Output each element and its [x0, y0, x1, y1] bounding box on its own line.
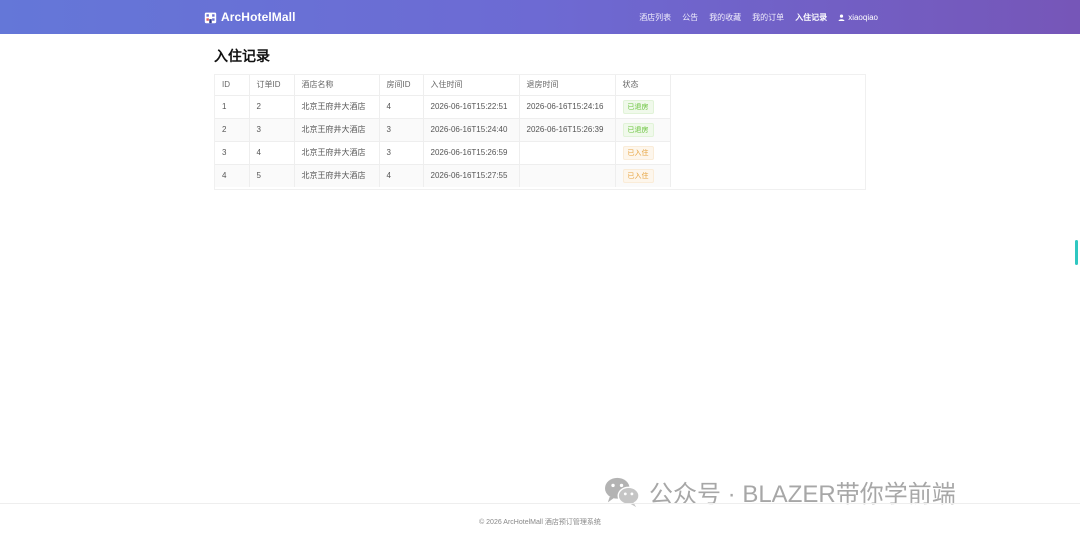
cell-room-id: 4	[379, 163, 424, 187]
cell-order-id: 4	[249, 140, 295, 164]
table-row: 4 5 北京王府井大酒店 4 2026-06-16T15:27:55 已入住	[215, 163, 671, 187]
cell-room-id: 4	[379, 94, 424, 118]
cell-id: 2	[215, 117, 250, 141]
cell-check-in-time: 2026-06-16T15:27:55	[423, 163, 520, 187]
user-icon	[838, 13, 845, 21]
brand-name: ArcHotelMall	[221, 10, 296, 24]
header-check-out-time: 退房时间	[519, 75, 616, 95]
status-badge: 已入住	[622, 168, 654, 183]
table-header-row: ID 订单ID 酒店名称 房间ID 入住时间 退房时间 状态	[215, 75, 671, 95]
username: xiaoqiao	[848, 12, 878, 22]
table-row: 3 4 北京王府井大酒店 3 2026-06-16T15:26:59 已入住	[215, 140, 671, 164]
nav-item-hotel-list[interactable]: 酒店列表	[639, 12, 671, 23]
status-badge: 已退房	[622, 122, 654, 137]
nav-item-announcements[interactable]: 公告	[682, 12, 698, 23]
cell-status: 已入住	[615, 140, 671, 164]
cell-check-out-time: 2026-06-16T15:26:39	[519, 117, 616, 141]
nav-item-my-orders[interactable]: 我的订单	[752, 12, 784, 23]
table-row: 2 3 北京王府井大酒店 3 2026-06-16T15:24:40 2026-…	[215, 117, 671, 141]
cell-order-id: 5	[249, 163, 295, 187]
cell-check-in-time: 2026-06-16T15:24:40	[423, 117, 520, 141]
brand[interactable]: ArcHotelMall	[204, 9, 296, 25]
cell-hotel-name: 北京王府井大酒店	[294, 94, 380, 118]
header-id: ID	[215, 75, 250, 95]
cell-id: 3	[215, 140, 250, 164]
cell-hotel-name: 北京王府井大酒店	[294, 117, 380, 141]
cell-status: 已退房	[615, 94, 671, 118]
header-room-id: 房间ID	[379, 75, 424, 95]
cell-hotel-name: 北京王府井大酒店	[294, 140, 380, 164]
nav-item-favorites[interactable]: 我的收藏	[709, 12, 741, 23]
footer: © 2026 ArcHotelMall 酒店预订管理系统	[0, 503, 1080, 536]
cell-status: 已退房	[615, 117, 671, 141]
hotel-logo-icon	[204, 12, 217, 23]
cell-check-out-time	[519, 140, 616, 164]
user-menu[interactable]: xiaoqiao	[838, 13, 878, 22]
top-navbar: ArcHotelMall 酒店列表 公告 我的收藏 我的订单 入住记录 xiao…	[0, 0, 1080, 34]
cell-room-id: 3	[379, 140, 424, 164]
footer-copyright: © 2026 ArcHotelMall 酒店预订管理系统	[479, 519, 601, 526]
cell-status: 已入住	[615, 163, 671, 187]
header-check-in-time: 入住时间	[423, 75, 520, 95]
cell-id: 1	[215, 94, 250, 118]
nav-item-checkin-records[interactable]: 入住记录	[795, 12, 827, 23]
main-nav: 酒店列表 公告 我的收藏 我的订单 入住记录 xiaoqiao	[639, 0, 878, 34]
cell-order-id: 3	[249, 117, 295, 141]
cell-room-id: 3	[379, 117, 424, 141]
header-status: 状态	[615, 75, 671, 95]
status-badge: 已入住	[622, 145, 654, 160]
scroll-indicator[interactable]	[1075, 240, 1078, 265]
header-hotel-name: 酒店名称	[294, 75, 380, 95]
page-title: 入住记录	[214, 48, 270, 64]
cell-check-out-time: 2026-06-16T15:24:16	[519, 94, 616, 118]
cell-check-in-time: 2026-06-16T15:22:51	[423, 94, 520, 118]
checkin-records-table: ID 订单ID 酒店名称 房间ID 入住时间 退房时间 状态 1 2 北京王府井…	[214, 74, 866, 190]
cell-check-out-time	[519, 163, 616, 187]
table-row: 1 2 北京王府井大酒店 4 2026-06-16T15:22:51 2026-…	[215, 94, 671, 118]
cell-check-in-time: 2026-06-16T15:26:59	[423, 140, 520, 164]
cell-order-id: 2	[249, 94, 295, 118]
cell-id: 4	[215, 163, 250, 187]
header-order-id: 订单ID	[249, 75, 295, 95]
status-badge: 已退房	[622, 99, 654, 114]
cell-hotel-name: 北京王府井大酒店	[294, 163, 380, 187]
